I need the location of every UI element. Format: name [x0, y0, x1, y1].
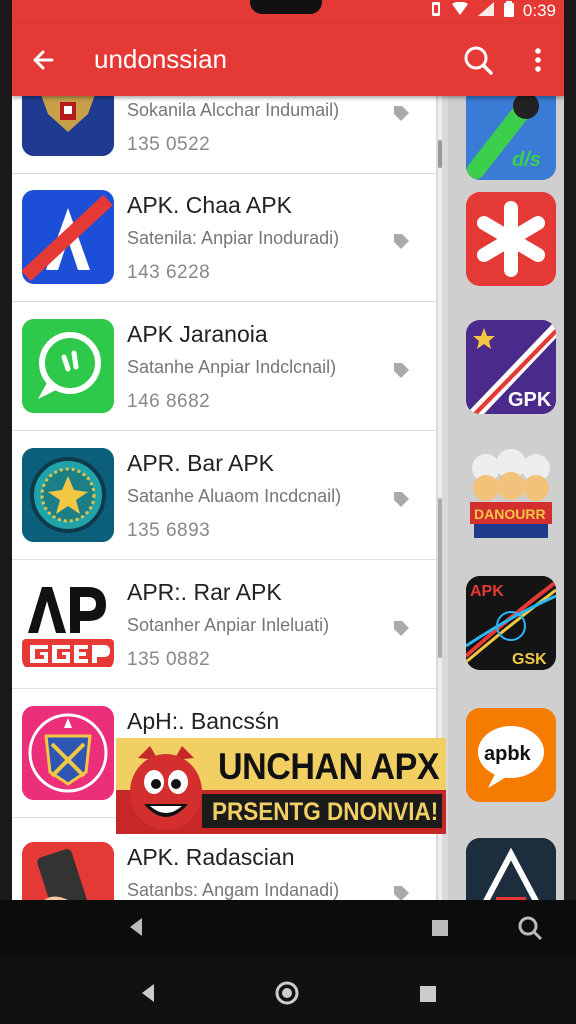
app-subtitle: Sokanila Alcchar Indumail) [127, 100, 340, 120]
triangle-icon[interactable] [466, 838, 556, 900]
square-icon [432, 920, 448, 936]
side-icon-column: d/s GPK DANOURR APK GSK apbk [448, 86, 564, 900]
phone-frame: 0:39 undonssian Sokanila Alcchar Indumai… [0, 0, 576, 1024]
search-button[interactable] [460, 42, 496, 78]
app-subtitle: Satenila: Anpiar Inoduradi) [127, 228, 340, 248]
search-nav-button[interactable] [516, 914, 544, 947]
app-count: 146 8682 [127, 391, 211, 412]
search-icon [464, 46, 493, 75]
banner-title: UNCHAN APX [218, 746, 440, 787]
banner-subtitle: PRSENTG DNONVIA! [212, 798, 439, 826]
status-icons: 0:39 [429, 0, 556, 22]
side-icon-label: APK [470, 583, 504, 600]
app-count: 135 0522 [127, 134, 211, 155]
phone-hand-icon [22, 842, 114, 900]
tag-icon[interactable] [390, 359, 412, 381]
home-nav-button[interactable] [274, 980, 300, 1011]
list-item[interactable]: APK. Chaa APK Satenila: Anpiar Inoduradi… [12, 174, 436, 302]
page-title: undonssian [94, 44, 227, 74]
triangle-back-icon [142, 984, 154, 1002]
tag-icon[interactable] [390, 230, 412, 252]
tag-icon[interactable] [390, 488, 412, 510]
search-icon [518, 916, 543, 941]
flag-star-icon[interactable]: GPK [466, 320, 556, 414]
more-vert-icon [535, 48, 541, 72]
app-bar: undonssian [12, 24, 564, 96]
app-count: 135 0882 [127, 649, 211, 670]
list-item[interactable]: APR:. Rar APK Sotanher Anpiar Inleluati)… [12, 561, 436, 689]
status-bar: 0:39 [12, 0, 564, 24]
back-nav-button[interactable] [138, 982, 158, 1009]
app-subtitle: Sotanher Anpiar Inleluati) [127, 615, 330, 635]
side-icon-label: apbk [484, 743, 532, 765]
home-circle-icon [275, 981, 299, 1005]
app-title: APK. Radascian [127, 844, 295, 870]
crest-emblem-icon [22, 706, 114, 800]
recents-nav-button[interactable] [430, 918, 450, 943]
navigation-bar-top [0, 900, 576, 956]
clock: 0:39 [522, 1, 556, 20]
app-subtitle: Satanhe Anpiar Indclcnail) [127, 357, 337, 377]
green-pipe-icon[interactable]: d/s [466, 86, 556, 180]
camera-notch [250, 0, 322, 14]
signal-icon [477, 1, 495, 22]
seal-badge-icon [22, 448, 114, 542]
scrollbar-thumb[interactable] [438, 140, 442, 168]
tag-icon[interactable] [390, 617, 412, 639]
chat-bubble-icon [22, 319, 114, 413]
ap-ggep-logo-icon [22, 577, 114, 671]
arrow-left-icon [33, 50, 54, 70]
list-item[interactable]: APR. Bar APK Satanhe Aluaom Incdcnail) 1… [12, 432, 436, 560]
app-title: APR. Bar APK [127, 450, 275, 476]
wifi-icon [451, 1, 469, 21]
back-button[interactable] [26, 42, 62, 78]
app-count: 143 6228 [127, 262, 211, 283]
side-icon-label: GPK [508, 389, 552, 411]
speech-bubble-icon[interactable]: apbk [466, 708, 556, 802]
app-count: 135 6893 [127, 520, 211, 541]
tag-icon[interactable] [390, 102, 412, 124]
promo-banner[interactable]: UNCHAN APX PRSENTG DNONVIA! [116, 738, 446, 834]
side-icon-label: d/s [512, 149, 541, 171]
tag-icon[interactable] [390, 882, 412, 900]
app-subtitle: Satanhe Aluaom Incdcnail) [127, 486, 342, 506]
screen: 0:39 undonssian Sokanila Alcchar Indumai… [12, 0, 564, 900]
square-icon [420, 986, 436, 1002]
app-subtitle: Satanbs: Angam Indanadi) [127, 880, 340, 900]
more-options-button[interactable] [526, 42, 550, 78]
asterisk-icon[interactable] [466, 192, 556, 286]
app-title: APK Jaranoia [127, 321, 268, 347]
chefs-icon[interactable]: DANOURR [466, 446, 556, 540]
battery-icon [503, 0, 515, 22]
light-streak-icon[interactable]: APK GSK [466, 576, 556, 670]
list-item[interactable]: APK Jaranoia Satanhe Anpiar Indclcnail) … [12, 303, 436, 431]
app-title: APR:. Rar APK [127, 579, 282, 605]
side-icon-label: DANOURR [474, 506, 546, 522]
mascot-icon [130, 746, 202, 830]
recents-nav-button[interactable] [418, 984, 438, 1009]
scrollbar-thumb[interactable] [438, 498, 442, 658]
vibrate-icon [429, 1, 443, 22]
side-icon-label: GSK [512, 651, 547, 668]
back-nav-button[interactable] [126, 916, 146, 943]
app-title: APK. Chaa APK [127, 192, 292, 218]
letter-a-slash-icon [22, 190, 114, 284]
app-title: ApH:. Bancsśn [127, 708, 280, 734]
list-item[interactable]: APK. Radascian Satanbs: Angam Indanadi) [12, 826, 436, 900]
system-navigation-bar [0, 956, 576, 1024]
triangle-back-icon [130, 918, 142, 936]
